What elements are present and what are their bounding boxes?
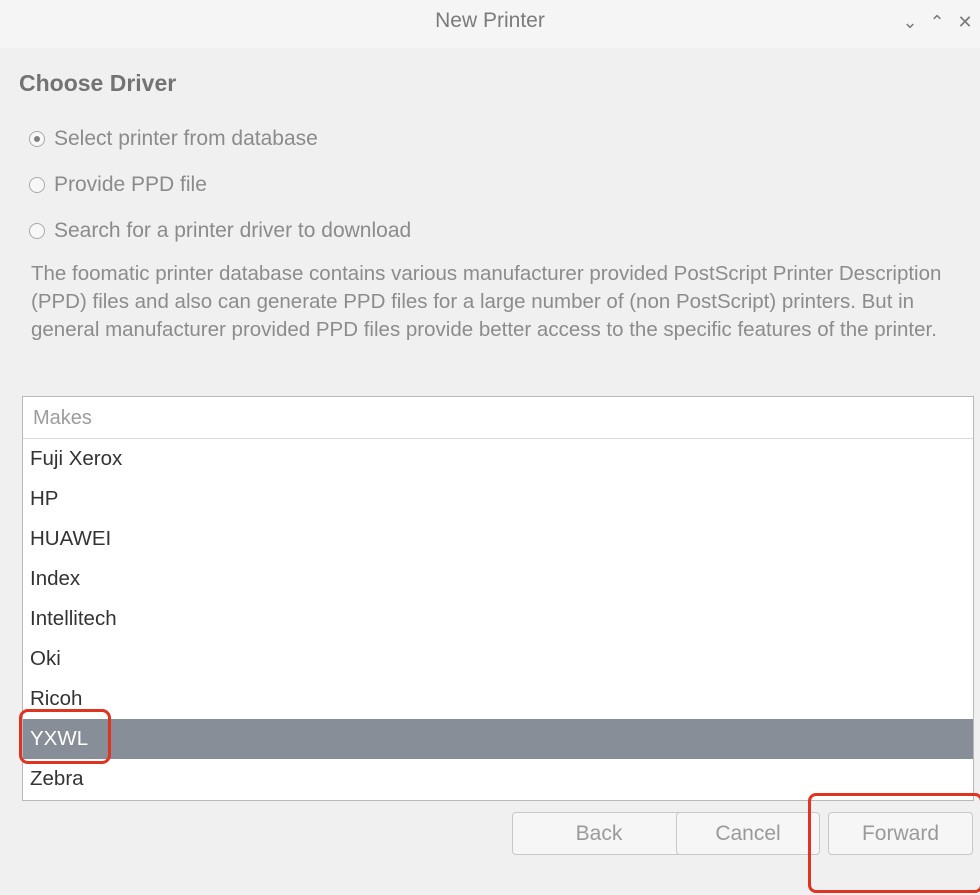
radio-label: Search for a printer driver to download <box>54 219 412 242</box>
forward-button[interactable]: Forward <box>828 812 973 855</box>
radio-provide-ppd-file[interactable]: Provide PPD file <box>29 170 207 200</box>
list-item[interactable]: HP <box>23 479 973 519</box>
page-title: Choose Driver <box>19 70 177 96</box>
makes-column-header[interactable]: Makes <box>23 397 973 439</box>
back-button[interactable]: Back <box>512 812 686 855</box>
radio-button[interactable] <box>29 223 45 239</box>
list-item[interactable]: Oki <box>23 639 973 679</box>
radio-search-driver-download[interactable]: Search for a printer driver to download <box>29 216 411 246</box>
list-item[interactable]: HUAWEI <box>23 519 973 559</box>
database-description: The foomatic printer database contains v… <box>31 262 942 341</box>
window-title: New Printer <box>435 9 545 32</box>
makes-list[interactable]: Makes Fuji Xerox HP HUAWEI Index Intelli… <box>22 396 974 801</box>
list-item-selected[interactable]: YXWL <box>23 719 973 759</box>
new-printer-window: New Printer ⌄ ⌃ ✕ Choose Driver Select p… <box>0 0 980 895</box>
radio-label: Provide PPD file <box>54 173 207 196</box>
chevron-down-icon[interactable]: ⌄ <box>900 10 920 34</box>
radio-button[interactable] <box>29 177 45 193</box>
close-icon[interactable]: ✕ <box>955 10 975 34</box>
chevron-up-icon[interactable]: ⌃ <box>927 10 947 34</box>
radio-label: Select printer from database <box>54 127 318 150</box>
list-item[interactable]: Fuji Xerox <box>23 439 973 479</box>
list-item[interactable]: Index <box>23 559 973 599</box>
list-item[interactable]: Intellitech <box>23 599 973 639</box>
radio-button[interactable] <box>29 131 45 147</box>
list-item[interactable]: Ricoh <box>23 679 973 719</box>
radio-select-from-database[interactable]: Select printer from database <box>29 124 318 154</box>
list-item[interactable]: Zebra <box>23 759 973 799</box>
cancel-button[interactable]: Cancel <box>676 812 820 855</box>
title-bar: New Printer ⌄ ⌃ ✕ <box>0 0 980 48</box>
